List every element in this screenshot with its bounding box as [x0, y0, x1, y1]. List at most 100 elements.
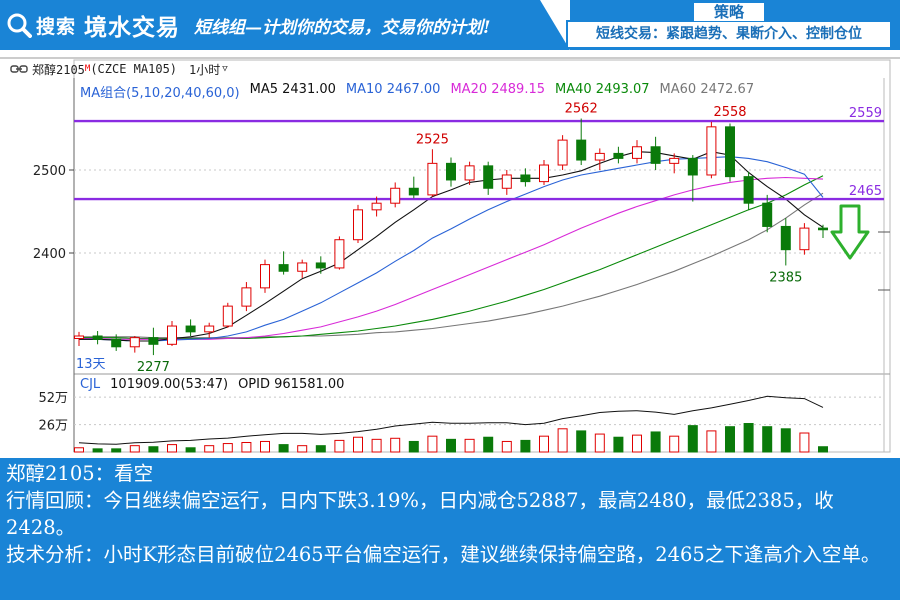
candle-body [241, 287, 252, 307]
volume-bar [129, 445, 140, 453]
ma60-label: MA60 2472.67 [659, 82, 755, 97]
volume-bar [241, 442, 252, 453]
candle-body [74, 335, 84, 339]
volume-bar [353, 436, 363, 453]
price-annotation: 2277 [137, 360, 170, 375]
volume-bar [576, 430, 587, 453]
volume-bar [222, 443, 233, 453]
level-label: 2559 [849, 106, 882, 121]
volume-bar [762, 426, 773, 453]
candle-body [297, 262, 308, 272]
volume-bar [148, 446, 159, 453]
candle-body [632, 146, 642, 159]
ma-group-select[interactable]: MA组合(5,10,20,40,60,0) [80, 82, 240, 101]
candle-body [818, 227, 828, 231]
ma-legend: MA组合(5,10,20,40,60,0) MA5 2431.00 MA10 2… [80, 82, 764, 101]
volume-bar [297, 445, 308, 453]
candle-body [799, 227, 810, 251]
volume-bar [613, 436, 624, 453]
candle-body [669, 157, 680, 164]
volume-bar [204, 445, 215, 453]
candle-body [260, 264, 270, 289]
volume-bar [632, 434, 642, 453]
chart-toolbar: 郑醇2105 M (CZCE MA105) 1小时 ▽ [10, 60, 228, 78]
candle-body [222, 305, 233, 327]
volume-bar [167, 444, 177, 453]
candle-body [780, 225, 791, 251]
volume-bar [334, 439, 345, 453]
volume-bar [650, 431, 661, 453]
volume-bar [539, 435, 549, 453]
candle-body [576, 139, 587, 161]
level-label: 2465 [849, 184, 882, 199]
volume-bar [483, 436, 494, 453]
candle-body [446, 162, 456, 181]
link-icon[interactable] [10, 63, 28, 75]
volume-bar [557, 428, 568, 453]
y-tick-label: 2400 [33, 247, 66, 262]
candle-body [427, 162, 438, 196]
volume-bar [818, 446, 828, 453]
volume-bar [446, 438, 456, 453]
candle-body [371, 202, 382, 211]
plot-border [73, 59, 891, 453]
volume-indicator-select[interactable]: CJL [80, 377, 100, 392]
analysis-title: 郑醇2105：看空 [6, 462, 154, 485]
candle-body [464, 165, 475, 181]
period-select[interactable]: 1小时 [189, 61, 220, 78]
volume-bar [799, 432, 810, 453]
candle-body [501, 174, 512, 189]
candle-body [92, 335, 103, 340]
volume-bar [92, 448, 103, 453]
volume-bar [408, 440, 419, 453]
analysis-review: 行情回顾：今日继续偏空运行，日内下跌3.19%，日内减仓52887，最高2480… [6, 489, 834, 539]
ma40-label: MA40 2493.07 [555, 82, 650, 97]
candle-body [557, 139, 568, 166]
ma20-label: MA20 2489.15 [450, 82, 545, 97]
chart-frame [0, 57, 900, 453]
candle-body [111, 338, 122, 348]
candle-body [278, 264, 289, 272]
candle-body [148, 337, 159, 345]
volume-bar [111, 448, 122, 453]
price-annotation: 2525 [416, 132, 449, 147]
volume-bar [464, 438, 475, 453]
candle-body [483, 165, 494, 189]
candle-body [594, 152, 605, 161]
volume-bar [315, 445, 326, 453]
chevron-down-icon[interactable]: ▽ [222, 64, 227, 74]
symbol-name[interactable]: 郑醇2105 [32, 61, 85, 78]
candle-body [650, 146, 661, 164]
volume-bar [390, 437, 401, 453]
volume-bar [278, 444, 289, 453]
volume-legend: CJL 101909.00(53:47) OPID 961581.00 [80, 377, 354, 392]
candle-body [334, 239, 345, 269]
volume-bar [260, 440, 270, 453]
vol-tick-label: 52万 [38, 391, 68, 406]
volume-value: 101909.00(53:47) [110, 377, 229, 392]
y-tick-label: 2500 [33, 164, 66, 179]
exchange-code: (CZCE MA105) [90, 62, 178, 76]
ma10-label: MA10 2467.00 [345, 82, 441, 97]
volume-bar [501, 440, 512, 453]
ma5-label: MA5 2431.00 [249, 82, 336, 97]
price-annotation: 2562 [565, 102, 598, 117]
candle-body [167, 325, 177, 345]
volume-bar [725, 426, 735, 453]
volume-bar [74, 447, 84, 453]
volume-bar [185, 447, 196, 453]
volume-bar [669, 435, 680, 453]
candle-body [613, 152, 624, 159]
volume-bar [687, 425, 698, 453]
candle-body [762, 202, 773, 227]
candle-body [390, 187, 401, 204]
vol-tick-label: 26万 [38, 419, 68, 434]
candle-body [129, 337, 140, 348]
volume-bar [520, 439, 531, 453]
volume-bar [706, 430, 717, 453]
volume-bar [371, 438, 382, 453]
candle-body [539, 164, 549, 183]
price-annotation: 2558 [713, 105, 746, 120]
candle-body [520, 174, 531, 183]
volume-bar [594, 433, 605, 453]
